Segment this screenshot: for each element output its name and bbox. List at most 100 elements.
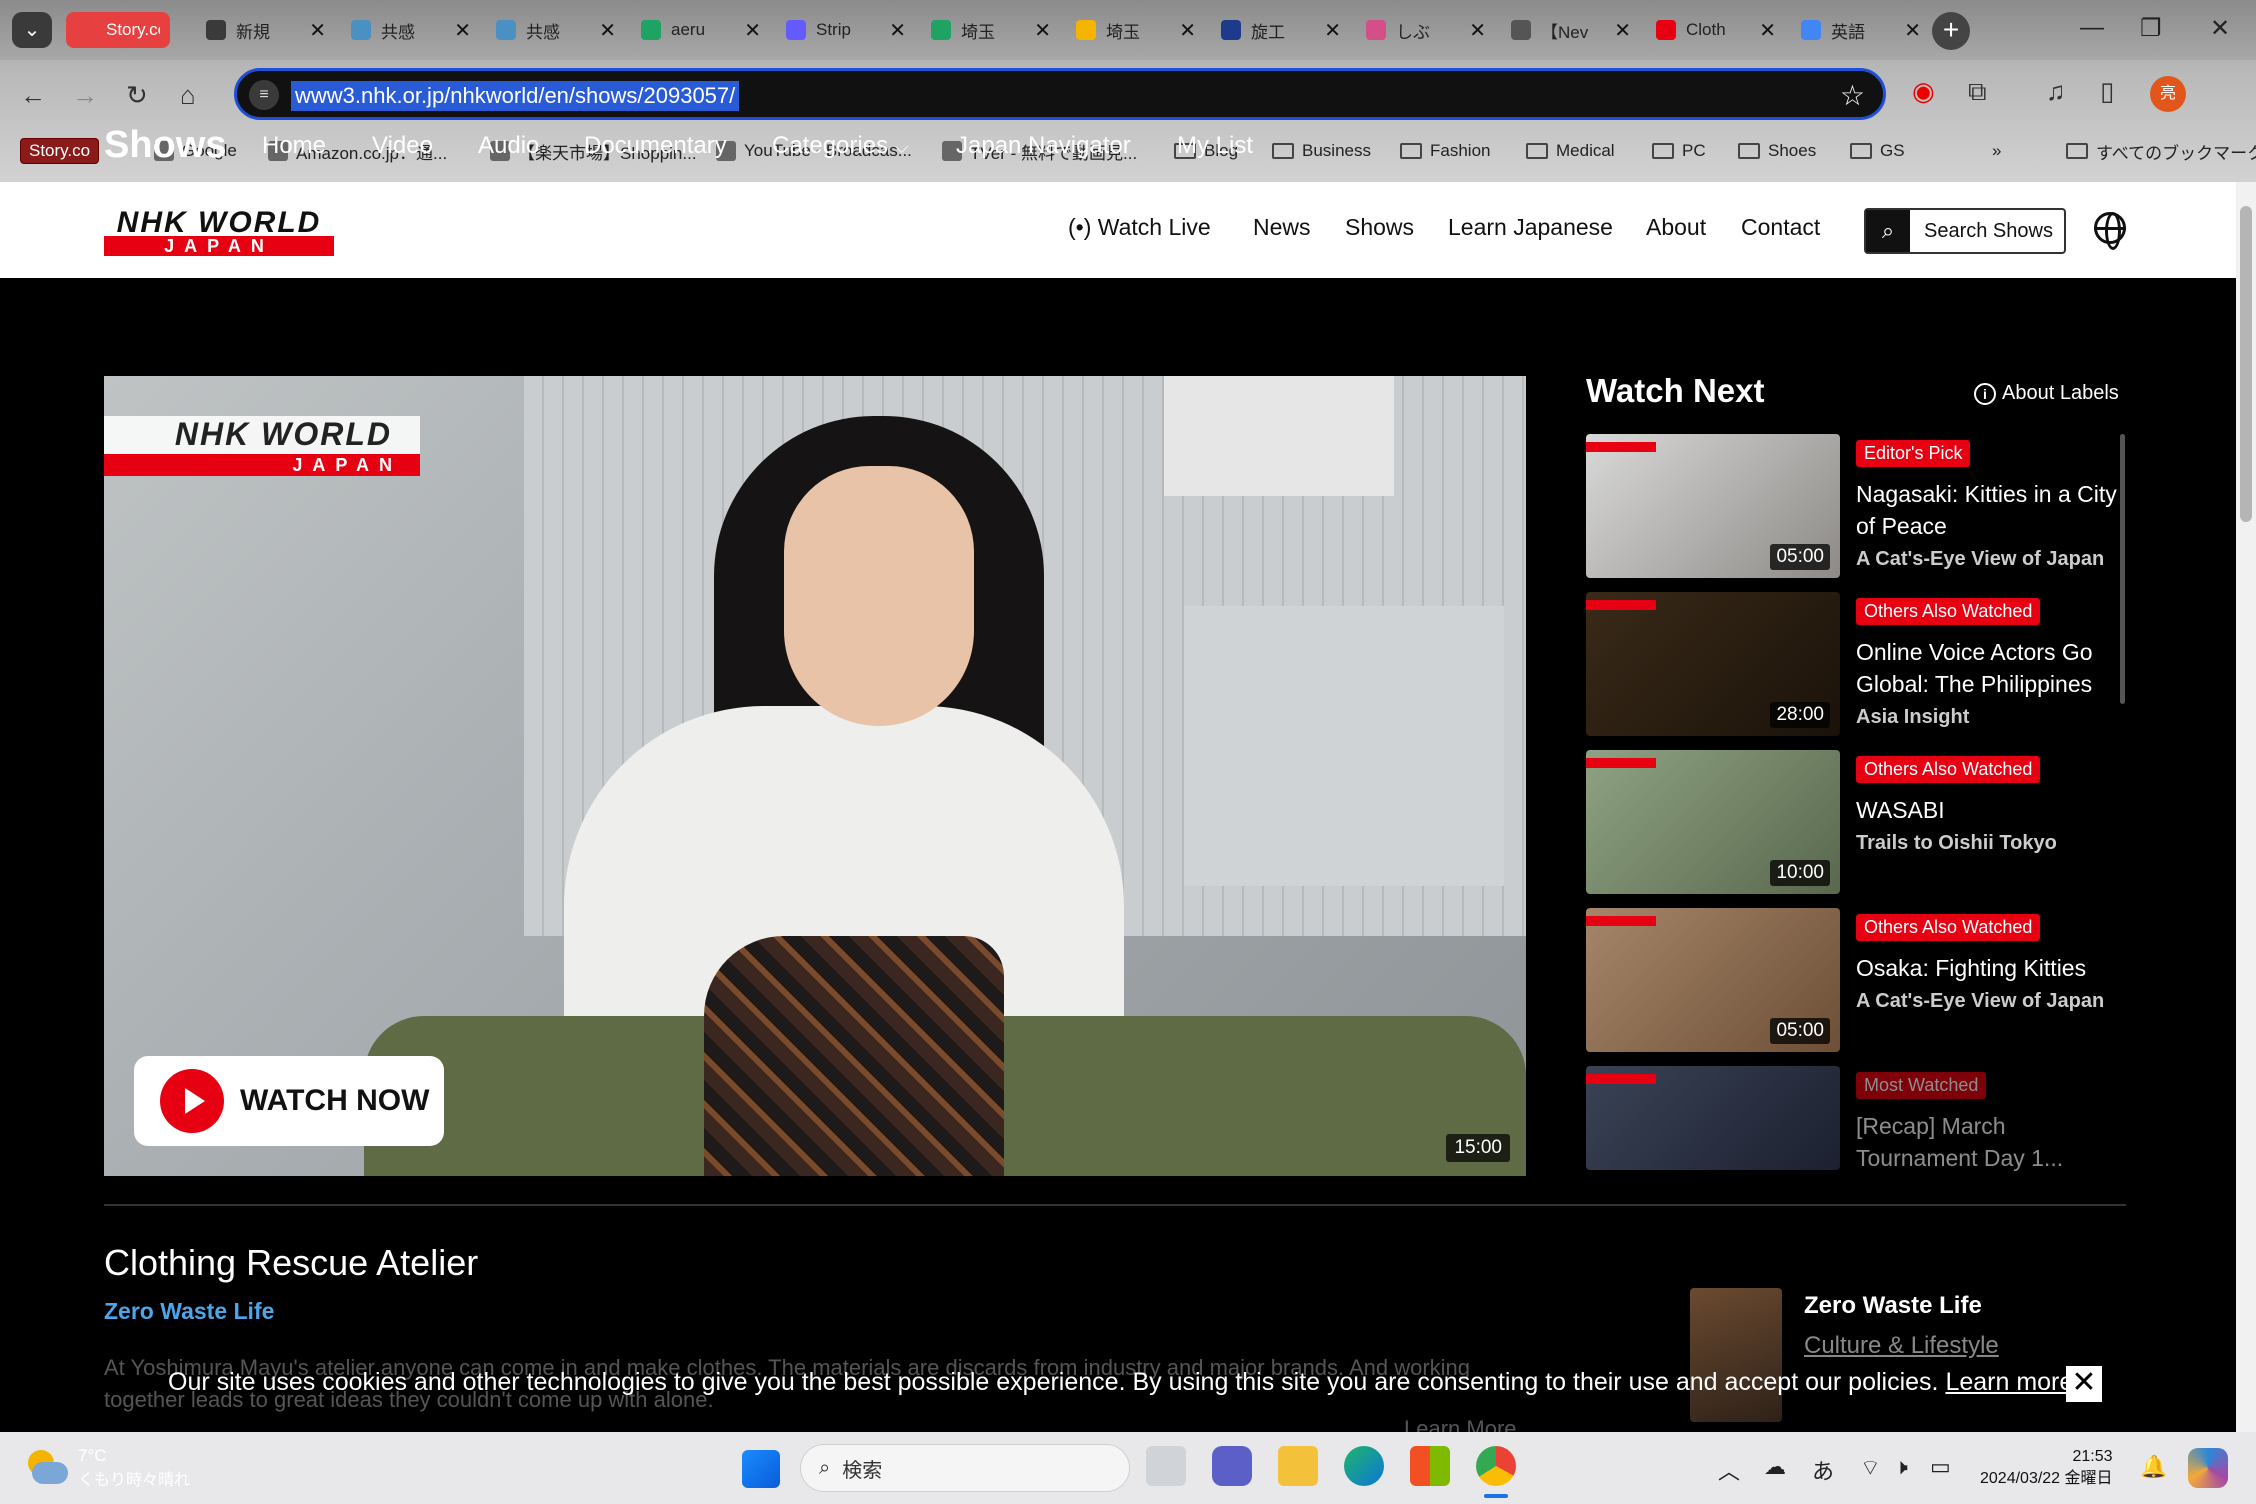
watch-next-series[interactable]: Trails to Oishii Tokyo [1856,832,2057,855]
browser-tab[interactable]: Story.co [66,12,170,48]
browser-tab[interactable]: Cloth ✕ [1646,12,1786,48]
tab-close-icon[interactable]: ✕ [1034,18,1051,43]
subnav-home[interactable]: Home [262,132,326,160]
tab-close-icon[interactable]: ✕ [889,18,906,43]
tab-close-icon[interactable]: ✕ [1179,18,1196,43]
nav-shows[interactable]: Shows [1345,214,1414,241]
watch-next-item[interactable]: 05:00 Editor's Pick Nagasaki: Kitties in a… [1586,434,2126,578]
watch-next-title[interactable]: WASABI [1856,794,2126,826]
minimize-icon[interactable]: — [2080,14,2104,42]
taskbar-search[interactable]: ⌕ 検索 [800,1444,1130,1492]
subnav-video[interactable]: Video [372,132,433,160]
browser-tab[interactable]: しぶ ✕ [1356,12,1496,48]
show-hidden-icons[interactable]: ︿ [1718,1454,1740,1486]
reload-icon[interactable]: ↻ [126,80,148,111]
nav-learn-japanese[interactable]: Learn Japanese [1448,214,1613,241]
tab-close-icon[interactable]: ✕ [309,18,326,43]
profile-avatar[interactable]: 亮 [2150,76,2186,112]
bookmark-item[interactable]: GS [1850,136,1905,166]
series-thumbnail[interactable] [1690,1288,1782,1422]
browser-tab[interactable]: aeru ✕ [631,12,771,48]
bookmark-star-icon[interactable]: ☆ [1840,79,1865,112]
address-bar[interactable]: ≡ www3.nhk.or.jp/nhkworld/en/shows/20930… [234,68,1886,120]
nhk-world-logo[interactable]: NHK WORLD JAPAN [104,206,334,258]
wifi-icon[interactable]: ⌔ [1860,1454,1881,1482]
nav-watch-live[interactable]: (•) Watch Live [1068,214,1211,241]
tab-close-icon[interactable]: ✕ [1614,18,1631,43]
tab-close-icon[interactable]: ✕ [1469,18,1486,43]
site-info-icon[interactable]: ≡ [249,80,279,110]
subnav-japan-navigator[interactable]: Japan Navigator [956,132,1131,160]
watch-next-title[interactable]: Osaka: Fighting Kitties [1856,952,2126,984]
close-window-icon[interactable]: ✕ [2210,14,2230,43]
tab-close-icon[interactable]: ✕ [744,18,761,43]
watch-next-thumbnail[interactable]: 28:00 [1586,592,1840,736]
subnav-documentary[interactable]: Documentary [584,132,727,160]
forward-icon[interactable]: → [72,80,98,111]
bookmarks-more-chevron[interactable]: » [1992,136,2001,166]
browser-tab[interactable]: 埼玉 ✕ [1066,12,1206,48]
extension-icon[interactable]: ◉ [1912,76,1935,107]
chrome-icon[interactable] [1476,1446,1516,1486]
taskbar-clock[interactable]: 21:53 2024/03/22 金曜日 [1980,1446,2113,1490]
watch-next-thumbnail[interactable]: 05:00 [1586,434,1840,578]
notification-bell-icon[interactable]: 🔔 [2140,1454,2167,1480]
browser-tab[interactable]: 【Nev ✕ [1501,12,1641,48]
watch-next-title[interactable]: Online Voice Actors Go Global: The Phili… [1856,636,2126,700]
subnav-categories[interactable]: Categories ⌵ [772,132,908,160]
browser-tab[interactable]: 英語 ✕ [1791,12,1931,48]
watch-now-button[interactable]: WATCH NOW [134,1056,444,1146]
watch-next-series[interactable]: A Cat's-Eye View of Japan [1856,548,2104,571]
watch-next-item[interactable]: 28:00 Others Also Watched Online Voice Act… [1586,592,2126,736]
subnav-my-list[interactable]: My List [1177,132,1253,160]
watch-next-series[interactable]: Asia Insight [1856,706,1969,729]
all-bookmarks[interactable]: すべてのブックマーク [2066,136,2256,166]
browser-tab[interactable]: 埼玉 ✕ [921,12,1061,48]
nav-about[interactable]: About [1646,214,1706,241]
watch-next-thumbnail[interactable] [1586,1066,1840,1170]
shows-title[interactable]: Shows [104,124,226,167]
browser-tab[interactable]: 旋工 ✕ [1211,12,1351,48]
restore-icon[interactable]: ❐ [2140,14,2162,43]
hero-video[interactable]: NHK WORLD JAPAN WATCH NOW 15:00 [104,376,1526,1176]
bookmark-item[interactable]: Business [1272,136,1371,166]
watch-next-series[interactable]: A Cat's-Eye View of Japan [1856,990,2104,1013]
bookmark-item[interactable]: Medical [1526,136,1615,166]
watch-next-thumbnail[interactable]: 10:00 [1586,750,1840,894]
copilot-icon[interactable] [2188,1448,2228,1488]
store-icon[interactable] [1410,1446,1450,1486]
nav-news[interactable]: News [1253,214,1311,241]
bookmark-item[interactable]: Fashion [1400,136,1490,166]
url-text[interactable]: www3.nhk.or.jp/nhkworld/en/shows/2093057… [291,81,740,111]
episode-series-link[interactable]: Zero Waste Life [104,1298,274,1325]
browser-tab[interactable]: Strip ✕ [776,12,916,48]
tab-close-icon[interactable]: ✕ [454,18,471,43]
tab-close-icon[interactable]: ✕ [1759,18,1776,43]
bookmark-item[interactable]: PC [1652,136,1706,166]
watch-next-title[interactable]: [Recap] March Tournament Day 1... [1856,1110,2126,1174]
home-icon[interactable]: ⌂ [180,80,196,111]
tab-close-icon[interactable]: ✕ [1324,18,1341,43]
media-control-icon[interactable]: ♫ [2046,76,2066,107]
teams-icon[interactable] [1212,1446,1252,1486]
edge-icon[interactable] [1344,1446,1384,1486]
page-scrollbar-thumb[interactable] [2240,206,2252,522]
battery-icon[interactable]: ▭ [1930,1454,1951,1480]
watch-next-scrollbar[interactable] [2120,434,2125,704]
cookie-close-button[interactable]: ✕ [2066,1366,2102,1402]
watch-next-item[interactable]: 10:00 Others Also Watched WASABI Trails to … [1586,750,2126,894]
onedrive-icon[interactable]: ☁ [1764,1454,1786,1480]
watch-next-item[interactable]: Most Watched [Recap] March Tournament Day… [1586,1066,2126,1210]
globe-icon[interactable] [2094,212,2126,250]
series-category-link[interactable]: Culture & Lifestyle [1804,1332,1999,1360]
new-tab-button[interactable]: + [1932,12,1970,50]
subnav-audio[interactable]: Audio [478,132,539,160]
volume-icon[interactable]: 🕨 [1894,1454,1908,1480]
watch-next-thumbnail[interactable]: 05:00 [1586,908,1840,1052]
watch-next-title[interactable]: Nagasaki: Kitties in a City of Peace [1856,478,2126,542]
back-icon[interactable]: ← [20,80,46,111]
series-title[interactable]: Zero Waste Life [1804,1292,1982,1320]
file-explorer-icon[interactable] [1278,1446,1318,1486]
tab-close-icon[interactable]: ✕ [599,18,616,43]
tab-close-icon[interactable]: ✕ [1904,18,1921,43]
